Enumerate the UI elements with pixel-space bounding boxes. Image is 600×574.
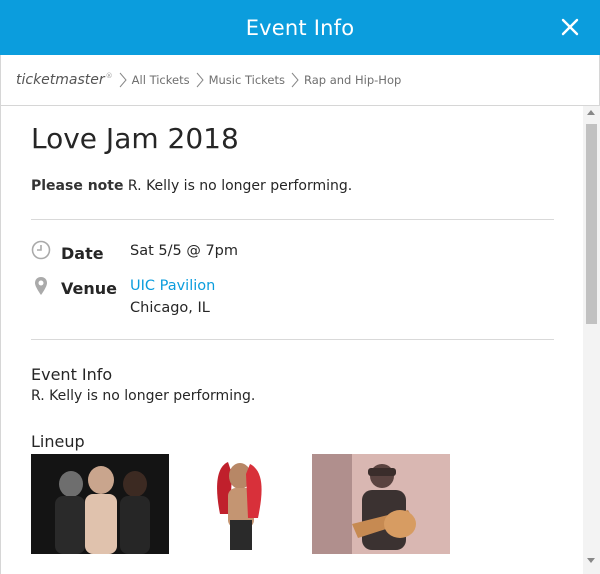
breadcrumb-all-tickets[interactable]: All Tickets <box>132 73 190 87</box>
chevron-right-icon <box>196 72 204 88</box>
divider <box>31 219 554 220</box>
scrollbar-thumb[interactable] <box>586 124 597 324</box>
lineup-heading: Lineup <box>31 432 85 451</box>
ticketmaster-logo[interactable]: ticketmaster® <box>16 72 113 88</box>
location-pin-icon <box>35 277 47 295</box>
close-button[interactable] <box>554 11 586 43</box>
note-label: Please note <box>31 178 124 194</box>
close-icon <box>561 18 579 36</box>
lineup-artist-2-image[interactable] <box>184 454 295 554</box>
scrollbar[interactable] <box>583 106 600 574</box>
date-value: Sat 5/5 @ 7pm <box>130 243 238 259</box>
venue-label: Venue <box>61 279 117 298</box>
breadcrumb-music-tickets[interactable]: Music Tickets <box>209 73 285 87</box>
venue-link[interactable]: UIC Pavilion <box>130 278 215 294</box>
event-info-heading: Event Info <box>31 365 113 384</box>
scroll-up-icon[interactable] <box>587 110 595 115</box>
event-note: Please note R. Kelly is no longer perfor… <box>31 178 352 194</box>
event-info-text: R. Kelly is no longer performing. <box>31 388 256 404</box>
divider <box>31 339 554 340</box>
lineup-artist-1-image[interactable] <box>31 454 169 554</box>
note-text: R. Kelly is no longer performing. <box>123 178 353 194</box>
date-label: Date <box>61 244 104 263</box>
chevron-right-icon <box>119 72 127 88</box>
breadcrumb: ticketmaster® All Tickets Music Tickets … <box>0 55 600 106</box>
event-title: Love Jam 2018 <box>31 122 239 155</box>
chevron-right-icon <box>291 72 299 88</box>
modal-title: Event Info <box>245 15 355 40</box>
breadcrumb-rap-hip-hop[interactable]: Rap and Hip-Hop <box>304 73 401 87</box>
modal-header: Event Info <box>0 0 600 55</box>
lineup-artist-3-image[interactable] <box>312 454 450 554</box>
event-content: Love Jam 2018 Please note R. Kelly is no… <box>0 106 583 574</box>
scroll-down-icon[interactable] <box>587 558 595 563</box>
clock-icon <box>31 240 51 260</box>
venue-city: Chicago, IL <box>130 300 210 316</box>
